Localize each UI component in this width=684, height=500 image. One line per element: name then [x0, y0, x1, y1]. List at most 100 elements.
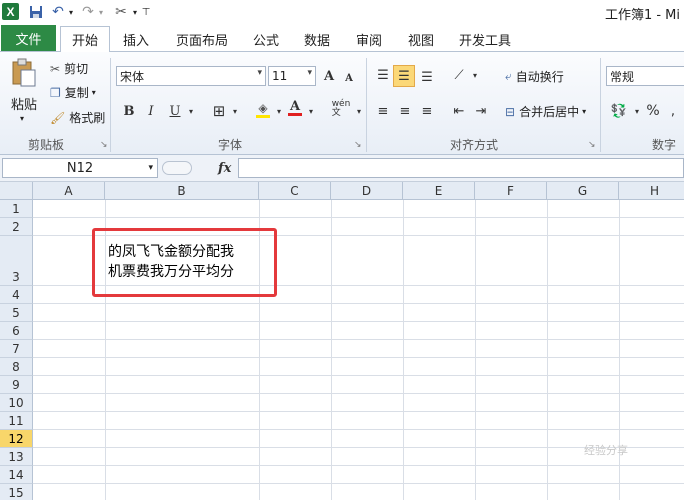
grow-font-icon[interactable]: A	[320, 67, 338, 85]
formula-input[interactable]	[238, 158, 684, 178]
row-header-13[interactable]: 13	[0, 448, 33, 466]
font-size-value: 11	[272, 69, 288, 83]
column-header-c[interactable]: C	[259, 182, 331, 200]
paste-button[interactable]: 粘贴	[11, 94, 37, 113]
column-header-a[interactable]: A	[33, 182, 105, 200]
tools-dropdown-icon[interactable]: ▾	[130, 3, 140, 21]
chevron-down-icon: ▾	[257, 68, 262, 78]
italic-icon[interactable]: I	[142, 102, 160, 120]
separator	[110, 58, 111, 152]
cut-button[interactable]: ✂ 剪切	[50, 60, 88, 77]
align-center-icon[interactable]: ≡	[396, 102, 414, 120]
gridline	[547, 200, 548, 500]
gridline	[33, 411, 684, 412]
separator	[600, 58, 601, 152]
tab-home[interactable]: 开始	[60, 26, 110, 53]
format-painter-button[interactable]: 🖌 格式刷	[50, 109, 105, 126]
phonetic-icon[interactable]: wén 文	[330, 100, 352, 118]
align-top-icon[interactable]: ☰	[374, 66, 392, 84]
font-launcher-icon[interactable]: ↘	[354, 140, 362, 150]
tab-review[interactable]: 审阅	[348, 26, 390, 52]
undo-icon[interactable]: ↶	[50, 3, 66, 21]
row-header-6[interactable]: 6	[0, 322, 33, 340]
name-box[interactable]: N12 ▾	[2, 158, 158, 178]
align-right-icon[interactable]: ≡	[418, 102, 436, 120]
wrap-text-label: 自动换行	[515, 70, 564, 84]
copy-button[interactable]: ❐ 复制 ▾	[50, 84, 96, 101]
undo-dropdown-icon[interactable]: ▾	[66, 3, 76, 21]
excel-logo-icon[interactable]: X	[2, 3, 19, 20]
comma-style-icon[interactable]: ,	[664, 102, 682, 120]
align-middle-icon[interactable]: ☰	[393, 65, 415, 87]
tab-formulas[interactable]: 公式	[246, 26, 286, 52]
tab-page-layout[interactable]: 页面布局	[168, 26, 236, 52]
column-header-h[interactable]: H	[619, 182, 684, 200]
save-icon[interactable]	[27, 3, 45, 21]
orientation-dropdown-icon[interactable]: ▾	[466, 66, 484, 84]
paste-icon[interactable]	[10, 58, 40, 88]
align-left-icon[interactable]: ≡	[374, 102, 392, 120]
row-header-5[interactable]: 5	[0, 304, 33, 322]
tab-view[interactable]: 视图	[400, 26, 442, 52]
gridline	[33, 429, 684, 430]
merge-center-button[interactable]: ⊟ 合并后居中 ▾	[505, 103, 586, 120]
row-header-11[interactable]: 11	[0, 412, 33, 430]
font-color-dropdown-icon[interactable]: ▾	[302, 102, 320, 120]
wrap-text-button[interactable]: ⤶ 自动换行	[505, 68, 564, 85]
shrink-font-icon[interactable]: A	[340, 69, 358, 87]
ribbon-tab-bar: 文件 开始 插入 页面布局 公式 数据 审阅 视图 开发工具	[0, 24, 684, 53]
window-title: 工作簿1 - Mi	[604, 8, 680, 23]
column-header-g[interactable]: G	[547, 182, 619, 200]
row-header-9[interactable]: 9	[0, 376, 33, 394]
column-header-e[interactable]: E	[403, 182, 475, 200]
column-header-b[interactable]: B	[105, 182, 259, 200]
row-header-10[interactable]: 10	[0, 394, 33, 412]
format-painter-label: 格式刷	[69, 111, 106, 125]
row-header-8[interactable]: 8	[0, 358, 33, 376]
row-header-15[interactable]: 15	[0, 484, 33, 500]
column-header-f[interactable]: F	[475, 182, 547, 200]
formula-bar-splitter[interactable]	[162, 161, 192, 175]
borders-dropdown-icon[interactable]: ▾	[226, 102, 244, 120]
row-header-1[interactable]: 1	[0, 200, 33, 218]
customize-toolbar-icon[interactable]: ⊤	[140, 3, 152, 21]
decrease-indent-icon[interactable]: ⇤	[450, 102, 468, 120]
currency-icon[interactable]: 💱	[610, 102, 628, 120]
row-header-12[interactable]: 12	[0, 430, 33, 448]
tab-developer[interactable]: 开发工具	[452, 26, 518, 52]
redo-icon[interactable]: ↷	[80, 3, 96, 21]
row-header-2[interactable]: 2	[0, 218, 33, 236]
tab-data[interactable]: 数据	[296, 26, 338, 52]
gridline	[33, 375, 684, 376]
number-format-combo[interactable]: 常规	[606, 66, 684, 86]
paste-dropdown-icon[interactable]: ▾	[20, 114, 24, 123]
align-bottom-icon[interactable]: ☰	[418, 68, 436, 86]
tab-insert[interactable]: 插入	[114, 26, 158, 52]
merge-dropdown-icon[interactable]: ▾	[582, 107, 586, 116]
separator	[366, 58, 367, 152]
underline-dropdown-icon[interactable]: ▾	[182, 102, 200, 120]
insert-function-icon[interactable]: fx	[218, 161, 231, 176]
tab-file[interactable]: 文件	[1, 25, 56, 51]
font-size-combo[interactable]: 11 ▾	[268, 66, 316, 86]
gridline	[33, 465, 684, 466]
clipboard-launcher-icon[interactable]: ↘	[100, 140, 108, 150]
tools-icon[interactable]: ✂	[112, 3, 130, 21]
increase-indent-icon[interactable]: ⇥	[472, 102, 490, 120]
row-header-4[interactable]: 4	[0, 286, 33, 304]
bold-icon[interactable]: B	[120, 102, 138, 120]
alignment-launcher-icon[interactable]: ↘	[588, 140, 596, 150]
worksheet-grid[interactable]: A B C D E F G H 1 2 3 4 5 6 7 8 9 10 11 …	[0, 182, 684, 500]
row-header-3[interactable]: 3	[0, 236, 33, 286]
brush-icon: 🖌	[50, 110, 66, 125]
copy-icon: ❐	[50, 85, 61, 100]
font-name-combo[interactable]: 宋体 ▾	[116, 66, 266, 86]
row-header-14[interactable]: 14	[0, 466, 33, 484]
copy-dropdown-icon[interactable]: ▾	[92, 88, 96, 97]
percent-icon[interactable]: %	[644, 102, 662, 120]
column-header-d[interactable]: D	[331, 182, 403, 200]
cut-label: 剪切	[64, 62, 89, 76]
redo-dropdown-icon[interactable]: ▾	[96, 3, 106, 21]
row-header-7[interactable]: 7	[0, 340, 33, 358]
select-all-corner[interactable]	[0, 182, 33, 200]
